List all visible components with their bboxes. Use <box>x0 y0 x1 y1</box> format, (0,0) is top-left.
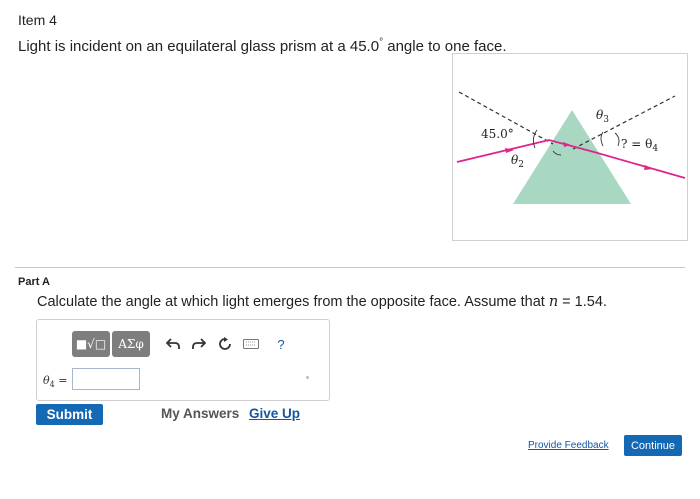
label-45: 45.0° <box>481 127 514 141</box>
reset-icon[interactable] <box>214 333 236 355</box>
continue-button[interactable]: Continue <box>624 435 682 456</box>
part-label: Part A <box>18 276 50 288</box>
help-button[interactable]: ? <box>270 333 292 355</box>
question-before: Calculate the angle at which light emerg… <box>37 294 549 310</box>
my-answers-link[interactable]: My Answers <box>161 406 239 421</box>
answer-input[interactable] <box>72 368 140 390</box>
question-variable: n <box>548 294 559 310</box>
item-label: Item 4 <box>18 12 57 28</box>
submit-button[interactable]: Submit <box>36 404 103 425</box>
question-text: Calculate the angle at which light emerg… <box>37 294 607 310</box>
units-placeholder <box>306 376 309 379</box>
label-theta2: θ2 <box>511 153 524 170</box>
label-theta4: ? = θ4 <box>621 137 658 154</box>
templates-button[interactable]: ■√□ <box>72 331 110 357</box>
question-after: = 1.54. <box>558 294 607 310</box>
problem-statement: Light is incident on an equilateral glas… <box>18 37 507 55</box>
section-divider <box>15 267 685 268</box>
provide-feedback-link[interactable]: Provide Feedback <box>528 440 609 451</box>
undo-icon[interactable] <box>162 333 184 355</box>
problem-text-before: Light is incident on an equilateral glas… <box>18 38 380 55</box>
angle-arc-45 <box>532 129 538 149</box>
give-up-link[interactable]: Give Up <box>249 406 300 421</box>
answer-variable-label: θ4 = <box>43 374 68 390</box>
prism-figure: 45.0° θ2 θ3 ? = θ4 <box>452 53 688 241</box>
angle-arc-theta4 <box>614 132 620 147</box>
keyboard-icon[interactable] <box>240 333 262 355</box>
prism-diagram: 45.0° θ2 θ3 ? = θ4 <box>456 91 686 204</box>
redo-icon[interactable] <box>188 333 210 355</box>
label-theta3: θ3 <box>596 108 609 125</box>
symbols-button[interactable]: AΣφ <box>112 331 150 357</box>
math-toolbar: ■√□ AΣφ ? <box>72 331 292 357</box>
